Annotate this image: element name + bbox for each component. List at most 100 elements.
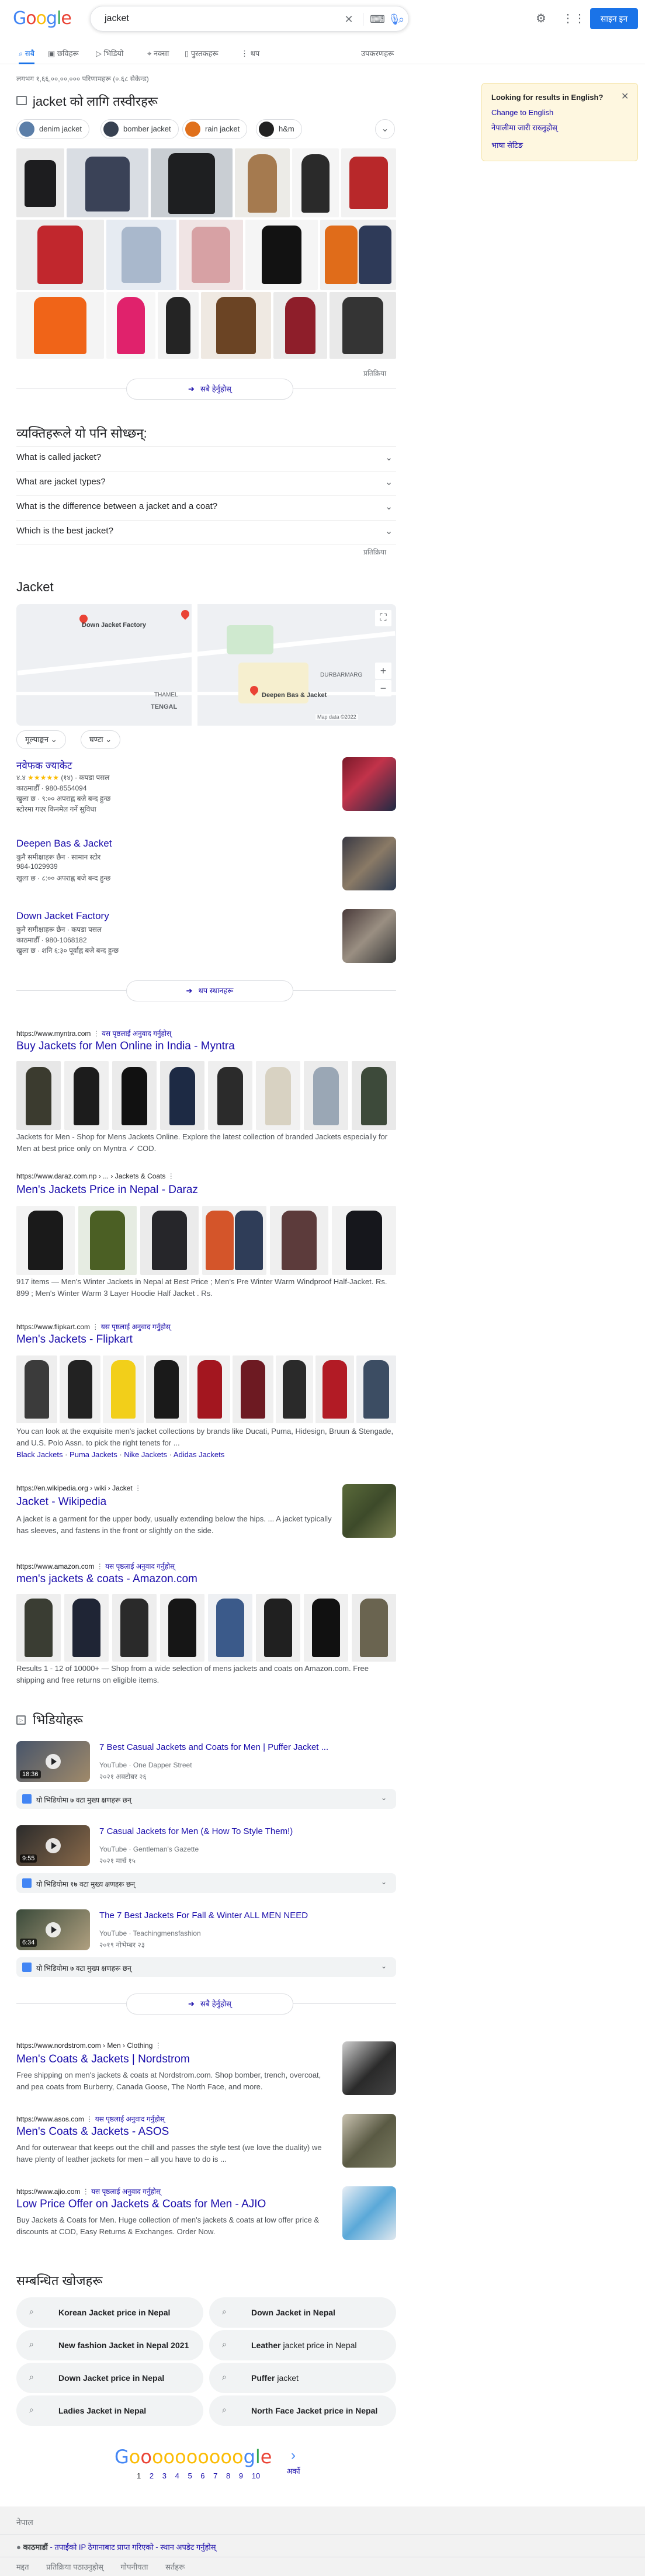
result-title[interactable]: Men's Coats & Jackets | Nordstrom (16, 2053, 190, 2066)
chip-hm[interactable]: h&m (256, 119, 302, 139)
video-thumbnail[interactable]: 6:34 (16, 1909, 90, 1950)
image-result[interactable] (16, 220, 104, 290)
result-image[interactable] (64, 1061, 109, 1130)
image-result[interactable] (106, 220, 176, 290)
apps-icon[interactable]: ⋮⋮ (562, 12, 585, 26)
translate-link[interactable]: यस पृष्ठलाई अनुवाद गर्नुहोस् (105, 1562, 175, 1570)
tab-more[interactable]: ⋮ थप (241, 48, 259, 58)
tools-button[interactable]: उपकरणहरू (361, 48, 394, 58)
page-link[interactable]: 7 (213, 2471, 217, 2480)
fullscreen-icon[interactable]: ⛶ (375, 610, 391, 626)
result-image[interactable] (103, 1355, 144, 1423)
google-logo[interactable]: Google (13, 8, 72, 29)
local-map[interactable]: Down Jacket Factory Deepen Bas & Jacket … (16, 604, 396, 726)
result-title[interactable]: Men's Jackets Price in Nepal - Daraz (16, 1184, 198, 1197)
image-result[interactable] (330, 292, 396, 359)
key-moments-bar[interactable]: यो भिडियोमा ७ वटा मुख्य क्षणहरू छन् ⌄ (16, 1957, 396, 1977)
stay-nepali-link[interactable]: नेपालीमा जारी राख्नुहोस् (491, 122, 557, 133)
result-title[interactable]: men's jackets & coats - Amazon.com (16, 1573, 197, 1586)
chip-bomber-jacket[interactable]: bomber jacket (100, 119, 179, 139)
related-search[interactable]: ⌕ Puffer jacket (209, 2363, 396, 2393)
clear-icon[interactable]: ✕ (342, 12, 356, 26)
paa-question[interactable]: What is called jacket? ⌄ (16, 452, 396, 463)
result-title[interactable]: Low Price Offer on Jackets & Coats for M… (16, 2198, 266, 2211)
sitelink[interactable]: Black Jackets (16, 1450, 63, 1459)
tab-images[interactable]: ▣ छविहरू (48, 48, 79, 58)
result-image[interactable] (208, 1594, 252, 1662)
more-icon[interactable]: ⋮ (86, 2115, 93, 2123)
result-title[interactable]: Men's Coats & Jackets - ASOS (16, 2126, 169, 2138)
key-moments-bar[interactable]: यो भिडियोमा ७ वटा मुख्य क्षणहरू छन् ⌄ (16, 1789, 396, 1809)
result-image[interactable] (16, 1594, 61, 1662)
result-image[interactable] (270, 1206, 328, 1275)
result-image[interactable] (78, 1206, 137, 1275)
place-name[interactable]: Deepen Bas & Jacket (16, 838, 112, 850)
result-image[interactable] (256, 1594, 300, 1662)
change-to-english-link[interactable]: Change to English (491, 108, 553, 117)
result-thumbnail[interactable] (342, 2186, 396, 2240)
search-icon[interactable]: ⌕ (394, 12, 408, 26)
images-feedback-link[interactable]: प्रतिक्रिया (363, 368, 386, 378)
footer-link-privacy[interactable]: गोपनीयता (120, 2563, 148, 2571)
result-image[interactable] (356, 1355, 396, 1423)
more-icon[interactable]: ⋮ (134, 1484, 141, 1492)
result-image[interactable] (16, 1355, 57, 1423)
next-page-button[interactable]: › अर्को (282, 2446, 305, 2481)
see-all-videos-button[interactable]: ➔ सबै हेर्नुहोस् (126, 1993, 293, 2015)
tab-all[interactable]: ⌕ सबै (19, 48, 35, 64)
result-image[interactable] (160, 1594, 204, 1662)
result-title[interactable]: Jacket - Wikipedia (16, 1496, 106, 1509)
result-image[interactable] (352, 1061, 396, 1130)
images-section-title[interactable]: jacket को लागि तस्वीरहरू (33, 92, 158, 110)
chip-rain-jacket[interactable]: rain jacket (182, 119, 248, 139)
image-result[interactable] (273, 292, 327, 359)
image-result[interactable] (16, 292, 104, 359)
result-image[interactable] (332, 1206, 396, 1275)
image-result[interactable] (67, 148, 148, 217)
translate-link[interactable]: यस पृष्ठलाई अनुवाद गर्नुहोस् (95, 2115, 165, 2123)
related-search[interactable]: ⌕ Leather jacket price in Nepal (209, 2330, 396, 2360)
tab-books[interactable]: ▯ पुस्तकहरू (185, 48, 219, 58)
result-image[interactable] (64, 1594, 109, 1662)
translate-link[interactable]: यस पृष्ठलाई अनुवाद गर्नुहोस् (91, 2187, 161, 2196)
image-result[interactable] (106, 292, 155, 359)
page-link[interactable]: 3 (162, 2471, 167, 2480)
sitelink[interactable]: Puma Jackets (70, 1450, 117, 1459)
key-moments-bar[interactable]: यो भिडियोमा १७ वटा मुख्य क्षणहरू छन् ⌄ (16, 1873, 396, 1893)
related-search[interactable]: ⌕ North Face Jacket price in Nepal (209, 2395, 396, 2426)
result-image[interactable] (315, 1355, 354, 1423)
result-image[interactable] (276, 1355, 313, 1423)
page-link[interactable]: 8 (226, 2471, 230, 2480)
video-thumbnail[interactable]: 9:55 (16, 1825, 90, 1866)
sitelink[interactable]: Nike Jackets (124, 1450, 167, 1459)
result-image[interactable] (112, 1061, 157, 1130)
image-result[interactable] (235, 148, 290, 217)
place-photo[interactable] (342, 757, 396, 811)
see-all-images-button[interactable]: ➔ सबै हेर्नुहोस् (126, 379, 293, 400)
more-icon[interactable]: ⋮ (168, 1172, 175, 1180)
page-link[interactable]: 4 (175, 2471, 179, 2480)
translate-link[interactable]: यस पृष्ठलाई अनुवाद गर्नुहोस् (101, 1323, 171, 1331)
footer-link-terms[interactable]: सर्तहरू (165, 2563, 185, 2571)
image-result[interactable] (292, 148, 339, 217)
result-image[interactable] (304, 1594, 348, 1662)
related-search[interactable]: ⌕ Korean Jacket price in Nepal (16, 2297, 203, 2328)
result-image[interactable] (256, 1061, 300, 1130)
page-link[interactable]: 10 (252, 2471, 260, 2480)
chevron-down-icon[interactable]: ⌄ (375, 119, 395, 139)
search-input[interactable]: jacket (105, 13, 129, 24)
filter-hours[interactable]: घण्टा ⌄ (81, 730, 121, 749)
result-image[interactable] (60, 1355, 100, 1423)
result-image[interactable] (233, 1355, 273, 1423)
image-result[interactable] (341, 148, 396, 217)
place-photo[interactable] (342, 837, 396, 890)
result-thumbnail[interactable] (342, 2041, 396, 2095)
more-icon[interactable]: ⋮ (96, 1562, 103, 1570)
result-image[interactable] (16, 1061, 61, 1130)
paa-question[interactable]: Which is the best jacket? ⌄ (16, 526, 396, 536)
footer-link-help[interactable]: मद्दत (16, 2563, 29, 2571)
result-image[interactable] (160, 1061, 204, 1130)
video-title[interactable]: 7 Best Casual Jackets and Coats for Men … (99, 1742, 328, 1752)
related-search[interactable]: ⌕ Down Jacket in Nepal (209, 2297, 396, 2328)
result-image[interactable] (304, 1061, 348, 1130)
